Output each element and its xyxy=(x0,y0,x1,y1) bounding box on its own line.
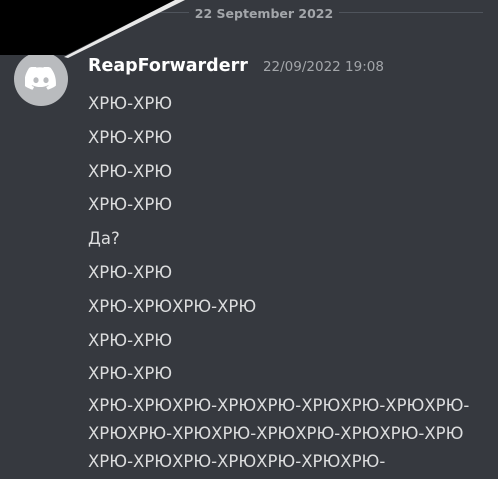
long-message: ХРЮ-ХРЮХРЮ-ХРЮХРЮ-ХРЮХРЮ-ХРЮХРЮ-ХРЮХРЮ-Х… xyxy=(88,396,470,472)
user-avatar[interactable] xyxy=(14,52,68,106)
message-list: ХРЮ-ХРЮ ХРЮ-ХРЮ ХРЮ-ХРЮ ХРЮ-ХРЮ Да? ХРЮ-… xyxy=(88,92,488,476)
message-line: ХРЮ-ХРЮ xyxy=(88,161,173,181)
message-header: ReapForwarderr 22/09/2022 19:08 xyxy=(88,56,384,76)
discord-logo-icon xyxy=(25,67,56,90)
message-line: ХРЮ-ХРЮ xyxy=(88,262,173,282)
message-line: ХРЮ-ХРЮХРЮ-ХРЮ xyxy=(88,296,257,316)
username[interactable]: ReapForwarderr xyxy=(88,56,248,76)
message-timestamp: 22/09/2022 19:08 xyxy=(262,59,384,75)
message-line: ХРЮ-ХРЮ xyxy=(88,127,173,147)
message-line: Да? xyxy=(88,229,120,249)
message-line: ХРЮ-ХРЮ xyxy=(88,195,173,215)
message-line: ХРЮ-ХРЮ xyxy=(88,94,173,113)
date-divider-label: 22 September 2022 xyxy=(188,6,340,21)
message-line: ХРЮ-ХРЮ xyxy=(88,330,173,350)
chat-screenshot: 22 September 2022 ReapForwarderr 22/09/2… xyxy=(0,0,498,479)
message-line: ХРЮ-ХРЮ xyxy=(88,364,173,384)
